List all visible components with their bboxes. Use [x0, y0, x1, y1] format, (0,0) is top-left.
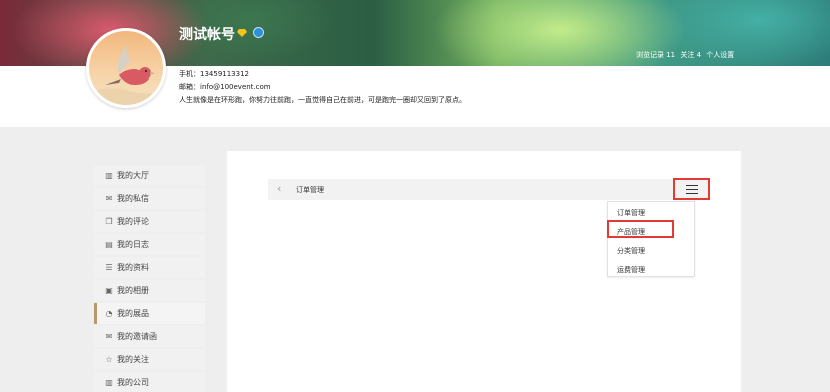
- sidebar-item-logs[interactable]: ▤ 我的日志: [94, 234, 205, 255]
- hamburger-menu-button[interactable]: [673, 178, 710, 200]
- menu-item-order-management[interactable]: 订单管理: [617, 208, 645, 218]
- message-icon: ✉: [105, 194, 113, 203]
- sidebar-item-company[interactable]: ▥ 我的公司: [94, 372, 205, 392]
- profile-stats: 浏览记录 11 关注 4 个人设置: [636, 50, 737, 60]
- product-management-highlight: [607, 220, 674, 238]
- sidebar-item-label: 我的相册: [117, 286, 149, 295]
- hall-icon: ▥: [105, 171, 113, 180]
- management-dropdown: 订单管理 产品管理 分类管理 运费管理: [607, 201, 695, 277]
- sidebar-item-hall[interactable]: ▥ 我的大厅: [94, 165, 205, 186]
- menu-item-category-management[interactable]: 分类管理: [617, 246, 645, 256]
- phone-text: 手机：13459113312: [179, 70, 249, 78]
- sidebar-item-label: 我的邀请函: [117, 332, 157, 341]
- sidebar-item-album[interactable]: ▣ 我的相册: [94, 280, 205, 301]
- follow-link[interactable]: 关注 4: [680, 51, 701, 59]
- diamond-icon: [237, 29, 247, 37]
- company-icon: ▥: [105, 378, 113, 387]
- page-title: 订单管理: [296, 186, 324, 194]
- sidebar-item-invitations[interactable]: ✉ 我的邀请函: [94, 326, 205, 347]
- username: 测试帐号: [179, 27, 235, 43]
- log-icon: ▤: [105, 240, 113, 249]
- chevron-left-icon[interactable]: ‹: [277, 182, 281, 195]
- sidebar-item-label: 我的评论: [117, 217, 149, 226]
- menu-item-shipping-management[interactable]: 运费管理: [617, 265, 645, 275]
- star-icon: ☆: [105, 355, 113, 364]
- sidebar-item-label: 我的关注: [117, 355, 149, 364]
- sidebar-nav: ▥ 我的大厅 ✉ 我的私信 ❐ 我的评论 ▤ 我的日志 ☰ 我的资料 ▣ 我的相…: [94, 165, 205, 392]
- email-text: 邮箱：info@100event.com: [179, 83, 271, 91]
- album-icon: ▣: [105, 286, 113, 295]
- profile-icon: ☰: [105, 263, 113, 272]
- sidebar-item-label: 我的大厅: [117, 171, 149, 180]
- hamburger-menu-icon: [685, 184, 698, 194]
- sidebar-item-comments[interactable]: ❐ 我的评论: [94, 211, 205, 232]
- page-nav-bar: ‹ 订单管理: [268, 179, 709, 200]
- sidebar-item-label: 我的日志: [117, 240, 149, 249]
- sidebar-item-label: 我的资料: [117, 263, 149, 272]
- visit-history-link[interactable]: 浏览记录 11: [636, 51, 675, 59]
- personal-settings-link[interactable]: 个人设置: [706, 51, 734, 59]
- exhibit-icon: ◔: [105, 309, 113, 318]
- sidebar-item-exhibits[interactable]: ◔ 我的展品: [94, 303, 205, 324]
- badge-icon: [253, 27, 264, 38]
- sidebar-item-label: 我的私信: [117, 194, 149, 203]
- invitation-icon: ✉: [105, 332, 113, 341]
- avatar[interactable]: [86, 28, 166, 108]
- sidebar-item-follows[interactable]: ☆ 我的关注: [94, 349, 205, 370]
- sidebar-item-profile[interactable]: ☰ 我的资料: [94, 257, 205, 278]
- sidebar-item-messages[interactable]: ✉ 我的私信: [94, 188, 205, 209]
- sidebar-item-label: 我的展品: [117, 309, 149, 318]
- comment-icon: ❐: [105, 217, 113, 226]
- sidebar-item-label: 我的公司: [117, 378, 149, 387]
- bio-text: 人生就像是在环形跑，你努力往前跑，一直觉得自己在前进，可是跑完一圈却又回到了原点…: [179, 96, 466, 104]
